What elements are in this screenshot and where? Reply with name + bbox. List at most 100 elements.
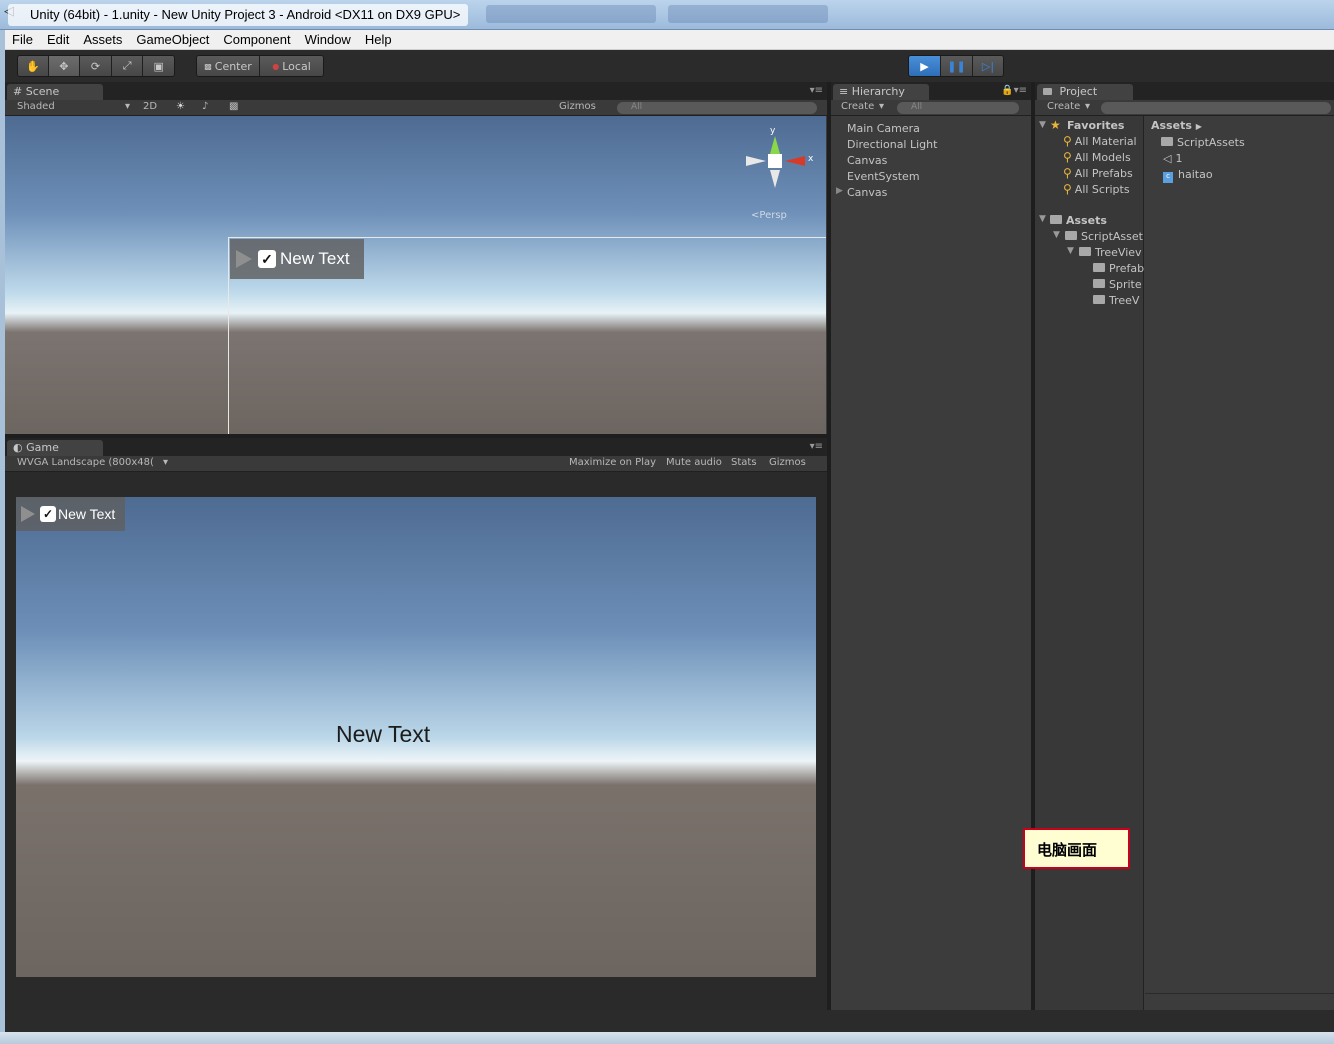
- gizmo-neg-x-icon[interactable]: [746, 156, 766, 166]
- expand-arrow-icon[interactable]: ▼: [1053, 230, 1060, 240]
- panel-menu-icon[interactable]: ▾≡: [810, 85, 823, 96]
- lock-icon[interactable]: 🔒▾≡: [1001, 85, 1027, 96]
- tree-item[interactable]: Prefab: [1093, 262, 1144, 275]
- pivot-local-button[interactable]: ● Local: [260, 56, 323, 76]
- project-tab-label: Project: [1059, 85, 1098, 98]
- persp-label[interactable]: <Persp: [751, 210, 787, 221]
- chevron-right-icon: ▶: [1195, 122, 1202, 131]
- hierarchy-item[interactable]: Main Camera: [847, 122, 920, 135]
- star-icon: ★: [1050, 118, 1061, 132]
- game-viewport[interactable]: ✓ New Text New Text: [16, 497, 816, 977]
- tab-hierarchy[interactable]: ≡ Hierarchy: [833, 84, 929, 100]
- gizmo-center-icon[interactable]: [768, 154, 782, 168]
- tree-label: TreeViev: [1095, 246, 1142, 259]
- asset-label: haitao: [1178, 168, 1213, 181]
- orientation-gizmo[interactable]: y x: [740, 126, 820, 196]
- favorite-item[interactable]: ⚲ All Material: [1063, 134, 1137, 148]
- hierarchy-item[interactable]: Canvas: [847, 186, 887, 199]
- persp-text: Persp: [759, 210, 787, 221]
- scene-new-text: New Text: [280, 249, 350, 268]
- expand-arrow-icon[interactable]: ▼: [1039, 120, 1046, 130]
- project-panel: Project Create ▾ ▼ ★ Favorites ⚲ All Mate…: [1035, 82, 1334, 1010]
- lighting-icon[interactable]: ☀: [176, 101, 185, 112]
- stats-toggle[interactable]: Stats: [731, 457, 757, 468]
- hierarchy-create-button[interactable]: Create: [841, 101, 874, 112]
- project-toolbar: Create ▾: [1035, 100, 1334, 116]
- search-icon: ⚲: [1063, 134, 1072, 148]
- hierarchy-item[interactable]: EventSystem: [847, 170, 920, 183]
- hierarchy-item[interactable]: Directional Light: [847, 138, 937, 151]
- hierarchy-toolbar: Create ▾ All: [831, 100, 1031, 116]
- pivot-center-button[interactable]: ▩ Center: [197, 56, 260, 76]
- tree-label: TreeV: [1109, 294, 1140, 307]
- hierarchy-item[interactable]: Canvas: [847, 154, 887, 167]
- hierarchy-tabstrip: ≡ Hierarchy 🔒▾≡: [831, 82, 1031, 100]
- resolution-dropdown[interactable]: WVGA Landscape (800x48(: [17, 457, 154, 468]
- rotate-tool-icon[interactable]: ⟳: [80, 56, 112, 76]
- tab-game[interactable]: ◐ Game: [7, 440, 103, 456]
- asset-item[interactable]: ◁ 1: [1163, 152, 1182, 165]
- shading-dropdown[interactable]: Shaded: [17, 101, 55, 112]
- rect-tool-icon[interactable]: ▣: [143, 56, 174, 76]
- gizmo-x-axis-icon[interactable]: [785, 156, 805, 166]
- tree-item[interactable]: ScriptAsset: [1065, 230, 1143, 243]
- expand-arrow-icon[interactable]: ▼: [1039, 214, 1046, 224]
- menu-help[interactable]: Help: [358, 32, 399, 47]
- mode-2d-button[interactable]: 2D: [143, 101, 157, 112]
- menu-file[interactable]: File: [5, 32, 40, 47]
- step-button[interactable]: ▷|: [973, 56, 1003, 76]
- tab-scene[interactable]: # Scene: [7, 84, 103, 100]
- project-create-button[interactable]: Create: [1047, 101, 1080, 112]
- asset-item[interactable]: c haitao: [1163, 168, 1213, 183]
- favorite-item[interactable]: ⚲ All Prefabs: [1063, 166, 1133, 180]
- folder-icon: [1161, 137, 1173, 146]
- project-search-input[interactable]: [1101, 102, 1331, 114]
- menu-component[interactable]: Component: [216, 32, 297, 47]
- tree-item[interactable]: TreeV: [1093, 294, 1139, 307]
- scene-ui-element[interactable]: ✓ New Text: [230, 239, 364, 279]
- mute-audio-toggle[interactable]: Mute audio: [666, 457, 722, 468]
- menu-assets[interactable]: Assets: [76, 32, 129, 47]
- breadcrumb-label: Assets: [1151, 119, 1192, 132]
- game-ui-element[interactable]: ✓ New Text: [16, 497, 125, 531]
- gizmos-dropdown[interactable]: Gizmos: [559, 101, 596, 112]
- pivot-toggles: ▩ Center ● Local: [196, 55, 324, 77]
- scale-tool-icon[interactable]: ⤢: [111, 56, 144, 76]
- hand-tool-icon[interactable]: ✋: [18, 56, 49, 76]
- scene-tab-label: Scene: [25, 85, 60, 98]
- expand-arrow-icon[interactable]: ▶: [836, 186, 843, 196]
- tab-project[interactable]: Project: [1037, 84, 1133, 100]
- move-tool-icon[interactable]: ✥: [48, 56, 81, 76]
- scene-search-input[interactable]: All: [617, 102, 817, 114]
- dropdown-arrow-icon: ▾: [163, 457, 169, 468]
- favorite-item[interactable]: ⚲ All Scripts: [1063, 182, 1130, 196]
- asset-label: 1: [1175, 152, 1183, 165]
- favorite-item[interactable]: ⚲ All Models: [1063, 150, 1131, 164]
- play-triangle-icon: [236, 250, 252, 268]
- menu-window[interactable]: Window: [298, 32, 358, 47]
- play-button[interactable]: ▶: [909, 56, 941, 76]
- scene-viewport[interactable]: ✓ New Text y x <Persp: [5, 116, 826, 434]
- tree-item[interactable]: TreeViev: [1079, 246, 1142, 259]
- menu-gameobject[interactable]: GameObject: [129, 32, 216, 47]
- project-breadcrumb[interactable]: Assets ▶: [1151, 119, 1202, 132]
- expand-arrow-icon[interactable]: ▼: [1067, 246, 1074, 256]
- taskbar-thumb[interactable]: [486, 5, 656, 23]
- audio-icon[interactable]: ♪: [202, 101, 208, 112]
- pause-button[interactable]: ❚❚: [941, 56, 973, 76]
- panel-menu-icon[interactable]: ▾≡: [810, 441, 823, 452]
- assets-header[interactable]: Assets: [1050, 214, 1107, 227]
- gizmo-y-axis-icon[interactable]: [770, 136, 780, 154]
- tree-item[interactable]: Sprite: [1093, 278, 1142, 291]
- gizmo-neg-y-icon[interactable]: [770, 170, 780, 188]
- favorites-header[interactable]: Favorites: [1067, 119, 1124, 132]
- hierarchy-search-input[interactable]: All: [897, 102, 1019, 114]
- taskbar-thumb[interactable]: [668, 5, 828, 23]
- hierarchy-panel: ≡ Hierarchy 🔒▾≡ Create ▾ All Main Camera…: [831, 82, 1031, 1010]
- csharp-script-icon: c: [1163, 172, 1173, 183]
- game-gizmos-dropdown[interactable]: Gizmos: [769, 457, 806, 468]
- menu-edit[interactable]: Edit: [40, 32, 76, 47]
- effects-icon[interactable]: ▩: [229, 101, 238, 112]
- maximize-on-play-toggle[interactable]: Maximize on Play: [569, 457, 656, 468]
- asset-item[interactable]: ScriptAssets: [1161, 136, 1245, 149]
